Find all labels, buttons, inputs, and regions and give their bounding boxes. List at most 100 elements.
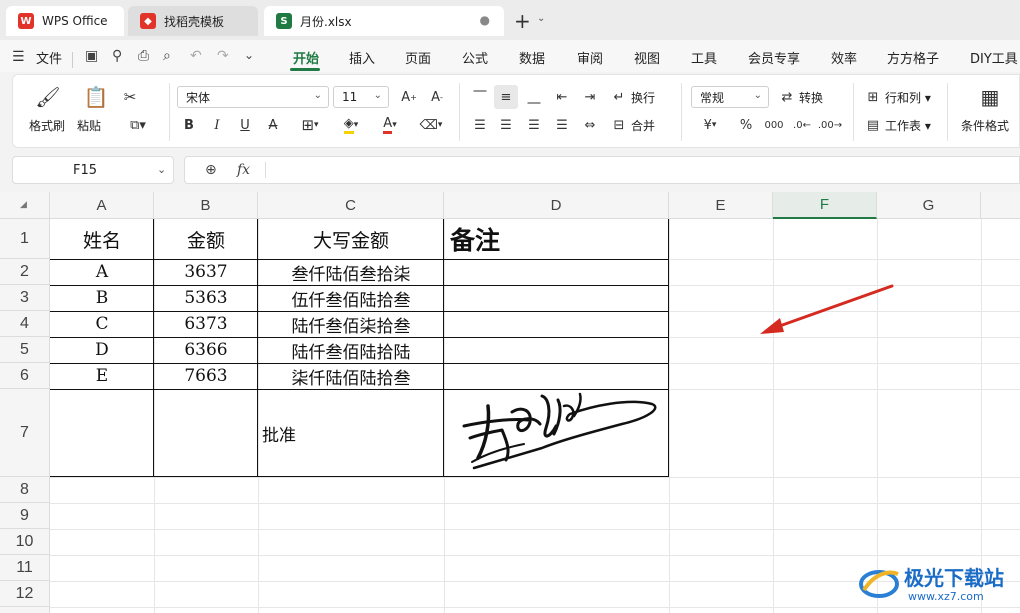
align-bottom-icon[interactable]: ⎽ bbox=[523, 87, 545, 107]
row-header-2[interactable]: 2 bbox=[0, 259, 50, 285]
header-amount-capital[interactable]: 大写金额 bbox=[258, 219, 444, 259]
table-cell[interactable]: D bbox=[50, 337, 154, 363]
merge-icon[interactable]: ⊟ bbox=[609, 115, 629, 135]
merge-label[interactable]: 合并 bbox=[631, 117, 655, 134]
row-header-7[interactable]: 7 bbox=[0, 389, 50, 477]
menu-data[interactable]: 数据 bbox=[519, 48, 545, 67]
cut-icon[interactable]: ✂ bbox=[119, 87, 141, 107]
font-color-icon[interactable]: A ▾ bbox=[373, 115, 407, 135]
underline-button[interactable]: U bbox=[235, 115, 255, 135]
row-header-3[interactable]: 3 bbox=[0, 285, 50, 311]
menu-page[interactable]: 页面 bbox=[405, 48, 431, 67]
tab-close-icon[interactable]: ● bbox=[480, 13, 490, 27]
align-middle-icon[interactable]: ≡ bbox=[494, 85, 518, 109]
row-header-11[interactable]: 11 bbox=[0, 555, 50, 581]
menu-fangfang[interactable]: 方方格子 bbox=[887, 48, 939, 67]
align-left-icon[interactable]: ☰ bbox=[469, 115, 491, 135]
bold-button[interactable]: B bbox=[179, 115, 199, 135]
rows-cols-label[interactable]: 行和列 ▾ bbox=[885, 89, 931, 106]
redo-icon[interactable]: ↷ bbox=[217, 48, 229, 64]
tab-spreadsheet[interactable]: S 月份.xlsx ● bbox=[264, 6, 504, 36]
thousands-icon[interactable]: 000 bbox=[763, 115, 785, 135]
align-top-icon[interactable]: ⎺ bbox=[469, 87, 491, 107]
distributed-icon[interactable]: ⇔ bbox=[579, 115, 601, 135]
menu-view[interactable]: 视图 bbox=[634, 48, 660, 67]
menu-efficiency[interactable]: 效率 bbox=[831, 48, 857, 67]
print-preview-icon[interactable]: ⌕ bbox=[163, 48, 171, 64]
column-header-g[interactable]: G bbox=[877, 192, 981, 219]
fx-icon[interactable]: fx bbox=[237, 162, 250, 178]
currency-icon[interactable]: ¥ ▾ bbox=[695, 115, 725, 135]
decrease-decimal-icon[interactable]: .00→ bbox=[818, 115, 842, 135]
percent-button[interactable]: % bbox=[735, 115, 757, 135]
row-header-1[interactable]: 1 bbox=[0, 219, 50, 259]
hamburger-icon[interactable]: ☰ bbox=[12, 49, 25, 65]
justify-icon[interactable]: ☰ bbox=[551, 115, 573, 135]
save-icon[interactable]: ▣ bbox=[85, 48, 98, 64]
print-icon[interactable]: ⎙ bbox=[138, 48, 149, 64]
convert-icon[interactable]: ⇄ bbox=[777, 87, 797, 107]
tab-docer[interactable]: ◆ 找稻壳模板 bbox=[128, 6, 258, 36]
table-cell[interactable]: 柒仟陆佰陆拾叁 bbox=[258, 363, 444, 389]
border-icon[interactable]: ⊞ ▾ bbox=[293, 115, 327, 135]
align-center-icon[interactable]: ☰ bbox=[495, 115, 517, 135]
row-header-9[interactable]: 9 bbox=[0, 503, 50, 529]
new-tab-button[interactable]: + bbox=[514, 9, 531, 33]
header-amount[interactable]: 金额 bbox=[154, 219, 258, 259]
column-header-d[interactable]: D bbox=[444, 192, 669, 219]
undo-icon[interactable]: ↶ bbox=[190, 48, 202, 64]
italic-button[interactable]: I bbox=[207, 115, 227, 135]
column-header-c[interactable]: C bbox=[258, 192, 444, 219]
table-cell[interactable]: B bbox=[50, 285, 154, 311]
decrease-font-icon[interactable]: A- bbox=[427, 87, 447, 107]
fill-color-icon[interactable]: ◈ ▾ bbox=[333, 115, 369, 135]
row-header-13[interactable] bbox=[0, 607, 50, 613]
align-right-icon[interactable]: ☰ bbox=[523, 115, 545, 135]
menu-formula[interactable]: 公式 bbox=[462, 48, 488, 67]
table-cell[interactable]: 叁仟陆佰叁拾柒 bbox=[258, 259, 444, 285]
wrap-icon[interactable]: ↵ bbox=[609, 87, 629, 107]
menu-insert[interactable]: 插入 bbox=[349, 48, 375, 67]
format-painter-label[interactable]: 格式刷 bbox=[29, 117, 65, 134]
number-format-select[interactable]: 常规 ⌄ bbox=[691, 86, 769, 108]
copy-icon[interactable]: ⧉▾ bbox=[121, 115, 155, 135]
worksheet-icon[interactable]: ▤ bbox=[863, 115, 883, 135]
name-box[interactable]: F15 ⌄ bbox=[12, 156, 174, 184]
signature-image[interactable] bbox=[452, 388, 664, 478]
share-icon[interactable]: ⚲ bbox=[112, 48, 122, 64]
menu-home[interactable]: 开始 bbox=[293, 48, 319, 67]
menu-file[interactable]: 文件 bbox=[36, 48, 62, 67]
menu-member[interactable]: 会员专享 bbox=[748, 48, 800, 67]
increase-decimal-icon[interactable]: .0← bbox=[791, 115, 813, 135]
table-cell[interactable]: 6373 bbox=[154, 311, 258, 337]
more-chevron-icon[interactable]: ⌄ bbox=[244, 48, 254, 62]
header-name[interactable]: 姓名 bbox=[50, 219, 154, 259]
approve-label[interactable]: 批准 bbox=[262, 389, 442, 477]
convert-label[interactable]: 转换 bbox=[799, 89, 823, 106]
conditional-format-label[interactable]: 条件格式 bbox=[961, 117, 1009, 134]
font-name-select[interactable]: 宋体 ⌄ bbox=[177, 86, 329, 108]
menu-review[interactable]: 审阅 bbox=[577, 48, 603, 67]
menu-tools[interactable]: 工具 bbox=[691, 48, 717, 67]
worksheet-label[interactable]: 工作表 ▾ bbox=[885, 117, 931, 134]
table-cell[interactable]: 5363 bbox=[154, 285, 258, 311]
table-cell[interactable]: E bbox=[50, 363, 154, 389]
wrap-label[interactable]: 换行 bbox=[631, 89, 655, 106]
rows-cols-icon[interactable]: ⊞ bbox=[863, 87, 883, 107]
column-header-e[interactable]: E bbox=[669, 192, 773, 219]
strikethrough-icon[interactable]: A bbox=[263, 115, 283, 135]
column-header-a[interactable]: A bbox=[50, 192, 154, 219]
conditional-format-icon[interactable]: ▦ bbox=[977, 85, 1003, 109]
table-cell[interactable]: 陆仟叁佰陆拾陆 bbox=[258, 337, 444, 363]
table-cell[interactable]: 陆仟叁佰柒拾叁 bbox=[258, 311, 444, 337]
row-header-6[interactable]: 6 bbox=[0, 363, 50, 389]
format-painter-icon[interactable]: 🖌 bbox=[35, 85, 61, 109]
table-cell[interactable]: A bbox=[50, 259, 154, 285]
increase-font-icon[interactable]: A + bbox=[399, 87, 419, 107]
formula-input[interactable]: ⊕ fx bbox=[184, 156, 1020, 184]
column-header-f[interactable]: F bbox=[773, 192, 877, 219]
chevron-down-icon[interactable]: ⌄ bbox=[537, 13, 545, 24]
row-header-5[interactable]: 5 bbox=[0, 337, 50, 363]
table-cell[interactable]: C bbox=[50, 311, 154, 337]
select-all-corner[interactable]: ◢ bbox=[0, 192, 50, 219]
